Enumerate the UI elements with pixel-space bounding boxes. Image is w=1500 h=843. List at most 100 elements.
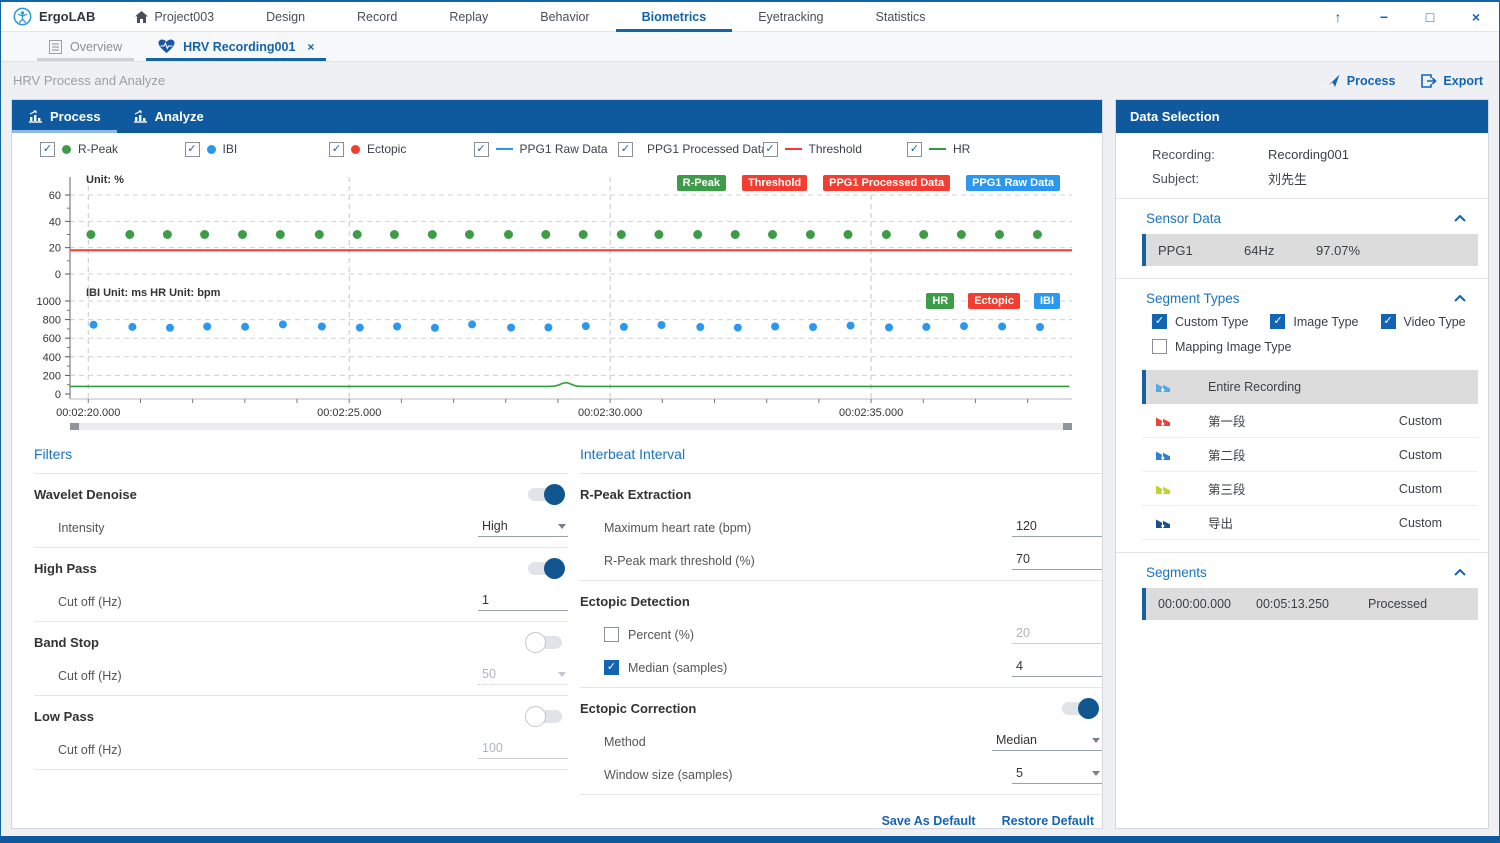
segment-type-row-4[interactable]: 导出 Custom [1142,506,1478,540]
segment-row[interactable]: 00:00:00.000 00:05:13.250 Processed [1142,588,1478,620]
chart-bars-icon [133,110,148,123]
chart-horizontal-scrollbar[interactable] [70,423,1072,430]
low-pass-cutoff-input: 100 [478,740,568,759]
legend-hr[interactable]: HR [907,142,1052,157]
ectopic-correction-toggle[interactable] [1062,702,1096,715]
recording-value: Recording001 [1268,147,1349,162]
restore-default-button[interactable]: Restore Default [1002,814,1094,828]
nav-item-behavior[interactable]: Behavior [514,2,615,32]
custom-type-filter[interactable]: Custom Type [1152,314,1248,329]
segment-flag-icon [1156,517,1172,529]
ibi-badge: IBI [1034,293,1060,309]
minimize-button[interactable]: − [1361,9,1407,25]
wavelet-denoise-toggle[interactable] [528,488,562,501]
window-size-select[interactable]: 5 [1012,765,1102,784]
high-pass-toggle[interactable] [528,562,562,575]
segment-type-row-2[interactable]: 第二段 Custom [1142,438,1478,472]
recording-info: Recording: Recording001 Subject: 刘先生 [1116,133,1488,199]
sensor-data-title: Sensor Data [1146,211,1221,226]
close-button[interactable]: × [1453,9,1499,25]
legend-ectopic[interactable]: Ectopic [329,142,474,157]
legend-ppg1-processed[interactable]: PPG1 Processed Data [618,142,763,157]
ppg1-processed-badge: PPG1 Processed Data [823,175,950,191]
high-pass-label: High Pass [34,561,97,576]
tab-process[interactable]: Process [12,100,117,133]
median-value-input[interactable]: 4 [1012,658,1102,677]
tab-hrv-recording001[interactable]: HRV Recording001 × [140,32,332,61]
band-stop-toggle[interactable] [528,636,562,649]
percent-checkbox[interactable] [604,627,619,642]
method-select[interactable]: Median [992,732,1102,751]
home-icon [135,11,148,23]
svg-text:20: 20 [49,243,61,255]
segment-flag-icon [1156,415,1172,427]
video-type-filter[interactable]: Video Type [1381,314,1466,329]
close-tab-icon[interactable]: × [307,40,314,54]
segment-type-row-entire-recording[interactable]: Entire Recording [1142,370,1478,404]
chart-bars-icon [28,110,43,123]
segment-flag-icon [1156,483,1172,495]
band-stop-cutoff-select: 50 [478,666,568,685]
svg-text:00:02:30.000: 00:02:30.000 [578,407,642,419]
rpeak-threshold-input[interactable]: 70 [1012,551,1102,570]
high-pass-cutoff-input[interactable]: 1 [478,592,568,611]
breadcrumb-row: HRV Process and Analyze Process Export [1,62,1499,99]
breadcrumb: HRV Process and Analyze [13,73,165,88]
median-checkbox[interactable] [604,660,619,675]
segments-title: Segments [1146,565,1207,580]
chevron-up-icon[interactable] [1454,295,1466,302]
legend-threshold[interactable]: Threshold [763,142,908,157]
checkbox-checked-icon [1152,314,1167,329]
hr-badge: HR [926,293,954,309]
svg-text:60: 60 [49,190,61,202]
segment-types-title: Segment Types [1146,291,1240,306]
scrollbar-left-handle[interactable] [70,423,79,430]
caret-down-icon [558,524,566,529]
brand[interactable]: ErgoLAB [1,7,109,26]
chart-badges-upper: R-Peak Threshold PPG1 Processed Data PPG… [677,175,1060,191]
legend-r-peak[interactable]: R-Peak [40,142,185,157]
intensity-select[interactable]: High [478,518,568,537]
hrv-chart[interactable]: 00:02:20.00000:02:25.00000:02:30.00000:0… [24,167,1090,430]
low-pass-label: Low Pass [34,709,94,724]
segment-flag-icon [1156,381,1172,393]
legend-ibi[interactable]: IBI [185,142,330,157]
nav-item-replay[interactable]: Replay [423,2,514,32]
ergolab-logo-icon [13,7,32,26]
checkbox-checked-icon [763,142,778,157]
checkbox-checked-icon [1381,314,1396,329]
segment-type-row-1[interactable]: 第一段 Custom [1142,404,1478,438]
mapping-image-type-filter[interactable]: Mapping Image Type [1152,339,1292,354]
top-navigation: ErgoLAB Project003 Design Record Replay … [1,2,1499,32]
collapse-ribbon-button[interactable]: ↑ [1315,9,1361,25]
nav-item-record[interactable]: Record [331,2,423,32]
svg-text:400: 400 [43,352,61,364]
nav-item-biometrics[interactable]: Biometrics [616,2,733,32]
segment-type-row-3[interactable]: 第三段 Custom [1142,472,1478,506]
nav-item-eyetracking[interactable]: Eyetracking [732,2,849,32]
sensor-data-section: Sensor Data PPG1 64Hz 97.07% [1116,199,1488,279]
save-as-default-button[interactable]: Save As Default [882,814,976,828]
legend-ppg1-raw[interactable]: PPG1 Raw Data [474,142,619,157]
nav-item-statistics[interactable]: Statistics [850,2,952,32]
chevron-up-icon[interactable] [1454,215,1466,222]
svg-text:0: 0 [55,269,61,281]
checkbox-checked-icon [329,142,344,157]
process-button[interactable]: Process [1326,73,1396,88]
image-type-filter[interactable]: Image Type [1270,314,1358,329]
maximize-button[interactable]: □ [1407,9,1453,25]
low-pass-toggle[interactable] [528,710,562,723]
svg-text:Unit: %: Unit: % [86,174,124,186]
tab-overview[interactable]: Overview [31,32,140,61]
chevron-up-icon[interactable] [1454,569,1466,576]
nav-item-project[interactable]: Project003 [109,2,240,32]
sensor-row-ppg1[interactable]: PPG1 64Hz 97.07% [1142,234,1478,266]
nav-item-design[interactable]: Design [240,2,331,32]
max-heart-rate-input[interactable]: 120 [1012,518,1102,537]
tab-analyze[interactable]: Analyze [117,100,220,133]
export-button[interactable]: Export [1421,73,1483,88]
ppg1-raw-badge: PPG1 Raw Data [966,175,1060,191]
scrollbar-right-handle[interactable] [1063,423,1072,430]
band-stop-label: Band Stop [34,635,99,650]
data-selection-header: Data Selection [1116,100,1488,133]
